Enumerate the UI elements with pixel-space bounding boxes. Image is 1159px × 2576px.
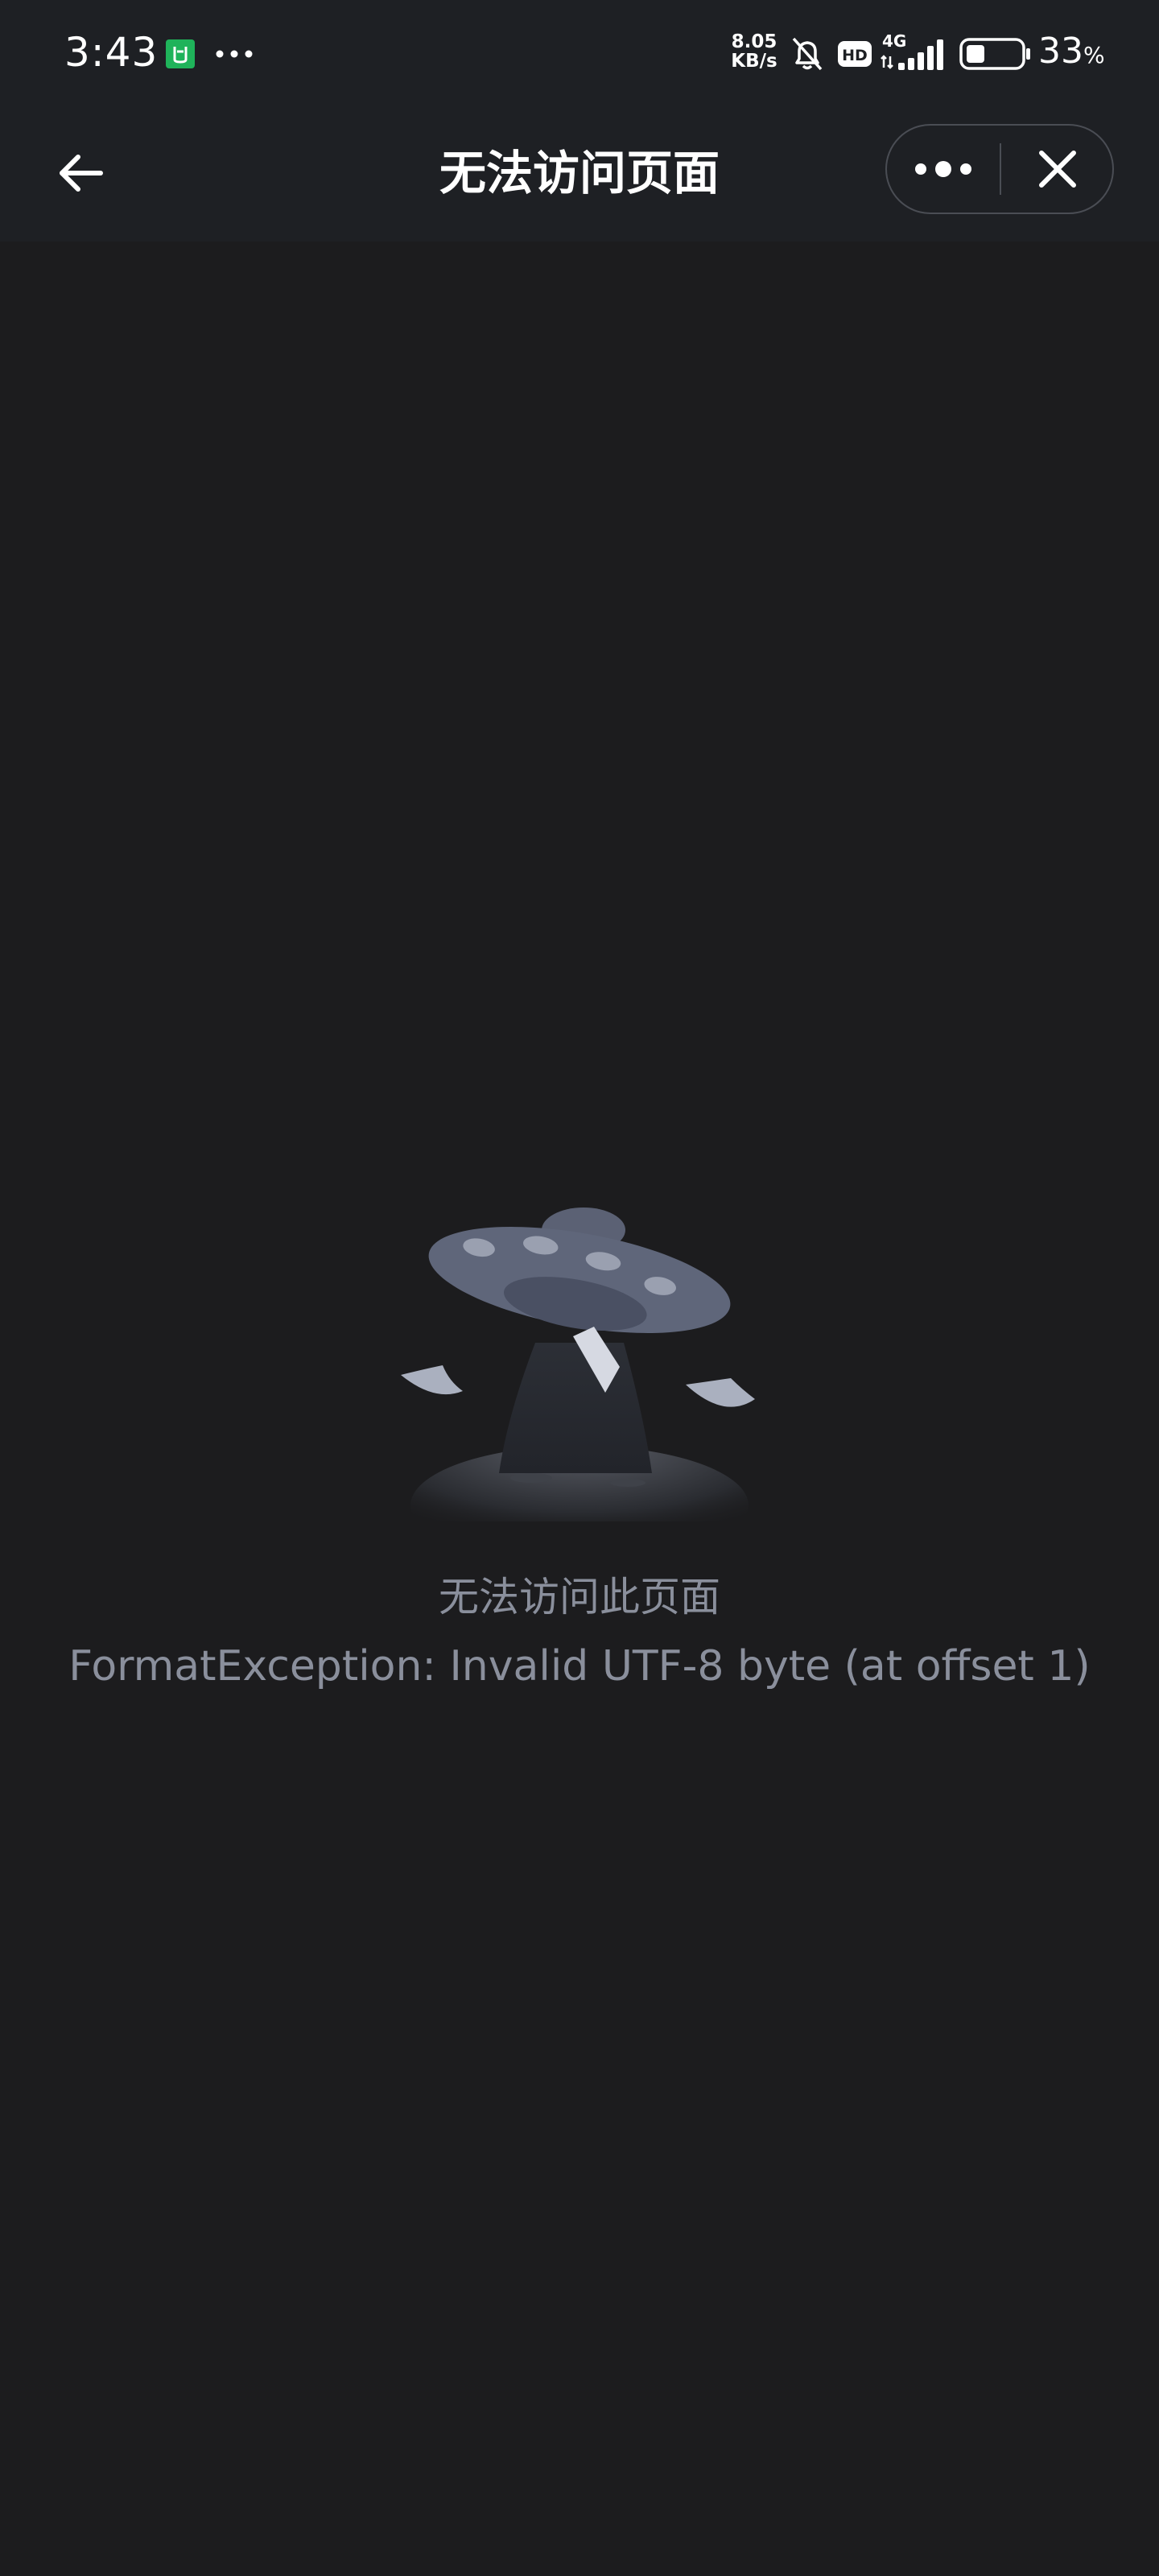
top-area: 3:43 8.05 KB/s HD 4G 33% 无法访问页面 [0, 0, 1159, 242]
battery-percent: 33% [1038, 31, 1105, 72]
net-speed-unit: KB/s [731, 51, 777, 72]
more-notifications-icon [216, 50, 253, 58]
net-speed-value: 8.05 [731, 31, 777, 52]
more-button[interactable] [887, 126, 1000, 213]
bell-off-icon [792, 37, 823, 71]
battery-icon [959, 38, 1030, 70]
battery-percent-unit: % [1083, 42, 1105, 68]
close-icon [1039, 151, 1076, 188]
ufo-illustration [401, 1208, 755, 1521]
error-detail: FormatException: Invalid UTF-8 byte (at … [68, 1642, 1091, 1690]
app-notification-icon [166, 39, 195, 68]
hd-icon: HD [838, 41, 872, 67]
mini-program-capsule [885, 124, 1114, 214]
network-type: 4G [882, 32, 906, 51]
error-title: 无法访问此页面 [439, 1574, 720, 1620]
status-bar: 3:43 8.05 KB/s HD 4G 33% [0, 0, 1159, 105]
close-button[interactable] [1001, 126, 1114, 213]
status-time: 3:43 [64, 29, 159, 76]
signal-icon: 4G [881, 32, 943, 70]
more-dots-icon [915, 161, 971, 177]
battery-percent-value: 33 [1038, 31, 1083, 72]
hd-label: HD [842, 47, 868, 64]
nav-bar: 无法访问页面 [0, 105, 1159, 242]
net-speed: 8.05 KB/s [726, 32, 782, 71]
app-root: 3:43 8.05 KB/s HD 4G 33% 无法访问页面 无法访问此页面 … [0, 0, 1159, 2576]
